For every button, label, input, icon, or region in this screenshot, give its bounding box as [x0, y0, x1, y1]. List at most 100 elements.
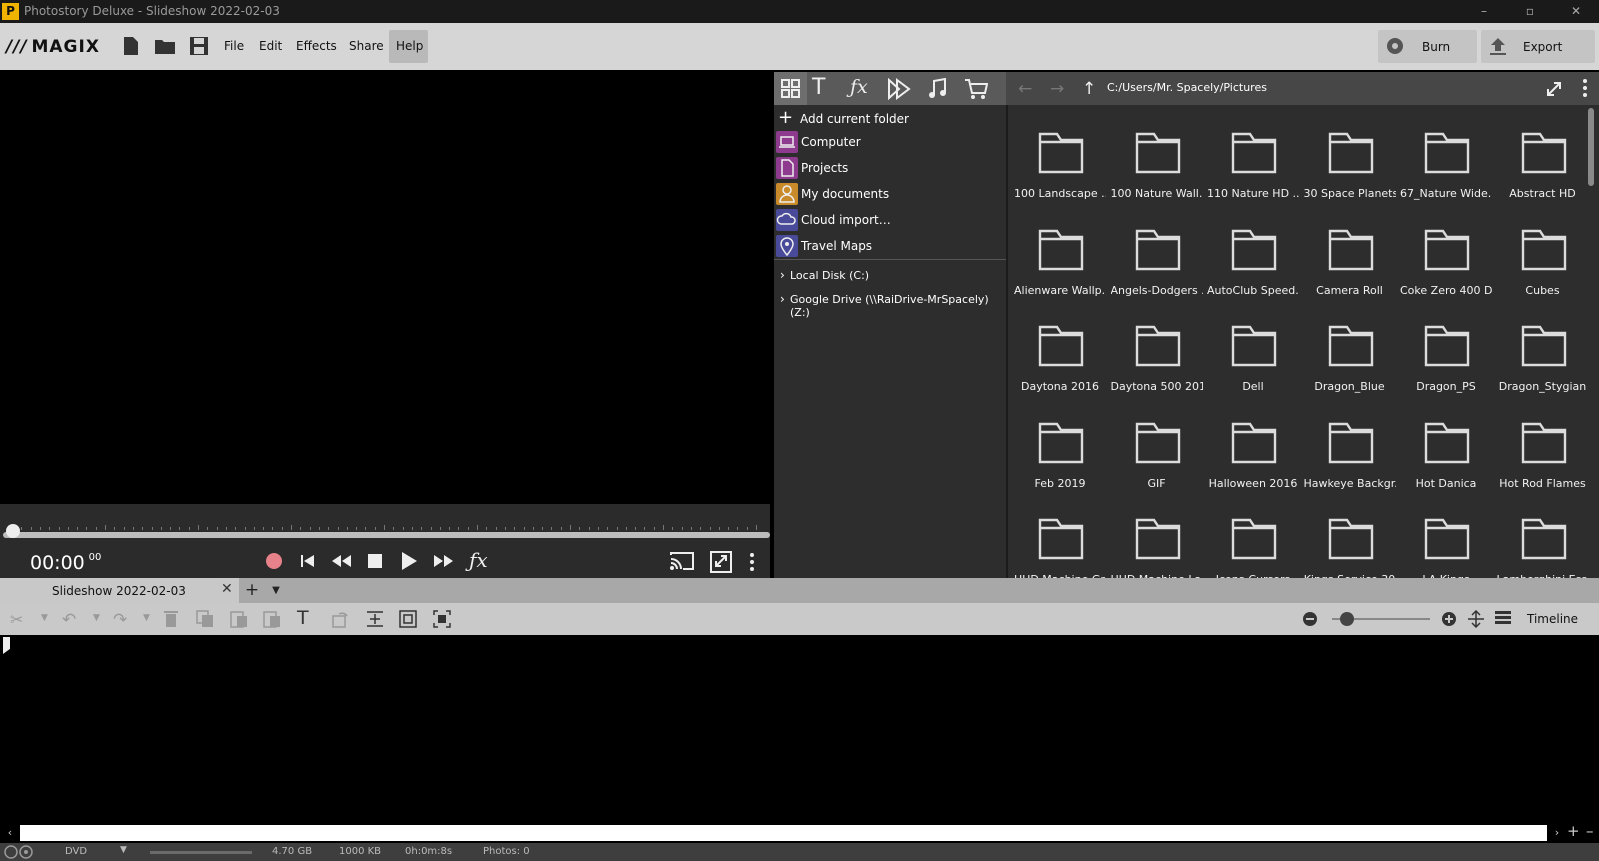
rewind-icon[interactable]	[331, 553, 353, 569]
folder-item[interactable]: Camera Roll	[1304, 209, 1396, 301]
disc-type-select[interactable]: DVD	[65, 846, 87, 857]
tab-slideshow[interactable]: Slideshow 2022-02-03 ✕	[0, 578, 239, 603]
folder-item[interactable]: Daytona 500 2017	[1111, 305, 1203, 397]
tab-effects-icon[interactable]: ƒx	[850, 76, 868, 98]
folder-item[interactable]: Halloween 2016	[1207, 402, 1299, 494]
maximize-button[interactable]: ▫	[1508, 0, 1552, 23]
up-folder-icon[interactable]: ↑	[1082, 79, 1096, 99]
folder-item[interactable]: Icons-Cursors	[1207, 498, 1299, 590]
redo-icon[interactable]: ↷	[113, 610, 127, 630]
fx-icon[interactable]: ƒx	[469, 548, 488, 572]
folder-item[interactable]: HUD Machine La...	[1111, 498, 1203, 590]
disc-chevron-down-icon[interactable]: ▼	[120, 845, 127, 855]
export-button[interactable]: Export	[1481, 30, 1595, 63]
zoom-plus-icon[interactable]: +	[1567, 822, 1580, 840]
chevron-right-icon[interactable]: ›	[780, 292, 785, 306]
scrub-bar[interactable]	[3, 532, 770, 538]
sort-icon[interactable]	[1544, 79, 1564, 99]
folder-item[interactable]: Feb 2019	[1014, 402, 1106, 494]
delete-icon[interactable]	[164, 610, 178, 628]
menu-effects[interactable]: Effects	[296, 39, 337, 53]
sidebar-item-travel-maps[interactable]: Travel Maps	[774, 234, 1006, 259]
scroll-left-arrow-icon[interactable]: ‹	[0, 825, 20, 841]
folder-item[interactable]: 100 Nature Wall...	[1111, 112, 1203, 204]
folder-item[interactable]: HUD Machine Gray	[1014, 498, 1106, 590]
stop-icon[interactable]	[367, 553, 383, 569]
play-icon[interactable]	[400, 551, 418, 571]
copy-icon[interactable]	[196, 610, 214, 628]
save-icon[interactable]	[189, 36, 209, 56]
undo-icon[interactable]: ↶	[62, 610, 76, 630]
sidebar-item-cloud-import[interactable]: Cloud import…	[774, 208, 1006, 233]
tab-transitions-icon[interactable]	[887, 78, 911, 100]
folder-item[interactable]: Dragon_PS	[1400, 305, 1492, 397]
forward-arrow-icon[interactable]: →	[1050, 79, 1064, 99]
chevron-down-icon[interactable]: ▼	[143, 613, 150, 623]
menu-edit[interactable]: Edit	[259, 39, 282, 53]
folder-item[interactable]: Abstract HD	[1497, 112, 1589, 204]
split-icon[interactable]	[366, 610, 384, 628]
folder-item[interactable]: Angels-Dodgers ...	[1111, 209, 1203, 301]
close-button[interactable]: ✕	[1554, 0, 1598, 23]
fit-icon[interactable]	[399, 610, 417, 628]
menu-help[interactable]: Help	[396, 39, 423, 53]
close-tab-icon[interactable]: ✕	[221, 581, 233, 597]
menu-file[interactable]: File	[224, 39, 244, 53]
paste-special-icon[interactable]	[263, 610, 281, 628]
add-tab-button[interactable]: +	[241, 578, 263, 603]
folder-item[interactable]: 110 Nature HD ...	[1207, 112, 1299, 204]
folder-item[interactable]: Daytona 2016	[1014, 305, 1106, 397]
scissors-icon[interactable]: ✂	[10, 610, 23, 629]
zoom-in-icon[interactable]	[1441, 611, 1457, 627]
folder-item[interactable]: Cubes	[1497, 209, 1589, 301]
folder-item[interactable]: GIF	[1111, 402, 1203, 494]
folder-item[interactable]: Hot Danica	[1400, 402, 1492, 494]
folder-item[interactable]: 30 Space Planets...	[1304, 112, 1396, 204]
tab-media-pool[interactable]	[774, 72, 807, 105]
horizontal-scrollbar[interactable]	[20, 825, 1547, 841]
skip-start-icon[interactable]	[300, 553, 316, 569]
timeline-area[interactable]	[0, 635, 1599, 825]
paste-icon[interactable]	[230, 610, 248, 628]
menu-share[interactable]: Share	[349, 39, 384, 53]
folder-item[interactable]: 67_Nature Wide...	[1400, 112, 1492, 204]
folder-item[interactable]: Alienware Wallp...	[1014, 209, 1106, 301]
pool-menu-icon[interactable]	[1582, 78, 1588, 98]
zoom-out-icon[interactable]	[1302, 611, 1318, 627]
sidebar-item-computer[interactable]: Computer	[774, 130, 1006, 155]
rotate-icon[interactable]	[331, 610, 349, 628]
folder-item[interactable]: Kings Service 30	[1304, 498, 1396, 590]
playhead-handle[interactable]	[6, 524, 20, 538]
chevron-right-icon[interactable]: ›	[780, 268, 785, 282]
open-folder-icon[interactable]	[154, 38, 176, 55]
add-current-folder-button[interactable]: + Add current folder	[774, 107, 1006, 132]
tree-item-local-disk[interactable]: › Local Disk (C:)	[774, 265, 1006, 290]
sidebar-item-my-documents[interactable]: My documents	[774, 182, 1006, 207]
folder-item[interactable]: AutoClub Speed...	[1207, 209, 1299, 301]
minimize-button[interactable]: –	[1462, 0, 1506, 23]
more-options-icon[interactable]	[749, 552, 755, 572]
zoom-slider-handle[interactable]	[1340, 612, 1354, 626]
folder-item[interactable]: Dell	[1207, 305, 1299, 397]
view-mode-icon[interactable]	[1495, 610, 1511, 626]
new-file-icon[interactable]	[123, 36, 139, 56]
folder-item[interactable]: Dragon_Stygian	[1497, 305, 1589, 397]
folder-item[interactable]: Hawkeye Backgr...	[1304, 402, 1396, 494]
back-arrow-icon[interactable]: ←	[1018, 79, 1032, 99]
folder-item[interactable]: Dragon_Blue	[1304, 305, 1396, 397]
chevron-down-icon[interactable]: ▼	[93, 613, 100, 623]
tree-item-google-drive[interactable]: › Google Drive (\\RaiDrive-MrSpacely) (Z…	[774, 289, 1006, 319]
folder-item[interactable]: Hot Rod Flames	[1497, 402, 1589, 494]
tab-store-cart-icon[interactable]	[964, 78, 988, 100]
folder-item[interactable]: Lamborghini Ess...	[1497, 498, 1589, 590]
zoom-to-fit-icon[interactable]	[433, 610, 451, 628]
path-breadcrumb[interactable]: C:/Users/Mr. Spacely/Pictures	[1107, 81, 1267, 94]
record-button[interactable]	[265, 552, 283, 570]
fast-forward-icon[interactable]	[432, 553, 454, 569]
burn-button[interactable]: Burn	[1378, 30, 1477, 63]
chevron-down-icon[interactable]: ▼	[41, 613, 48, 623]
scroll-right-arrow-icon[interactable]: ›	[1549, 825, 1565, 841]
timeline-mode-label[interactable]: Timeline	[1527, 612, 1578, 626]
folder-item[interactable]: Coke Zero 400 D...	[1400, 209, 1492, 301]
sidebar-item-projects[interactable]: Projects	[774, 156, 1006, 181]
